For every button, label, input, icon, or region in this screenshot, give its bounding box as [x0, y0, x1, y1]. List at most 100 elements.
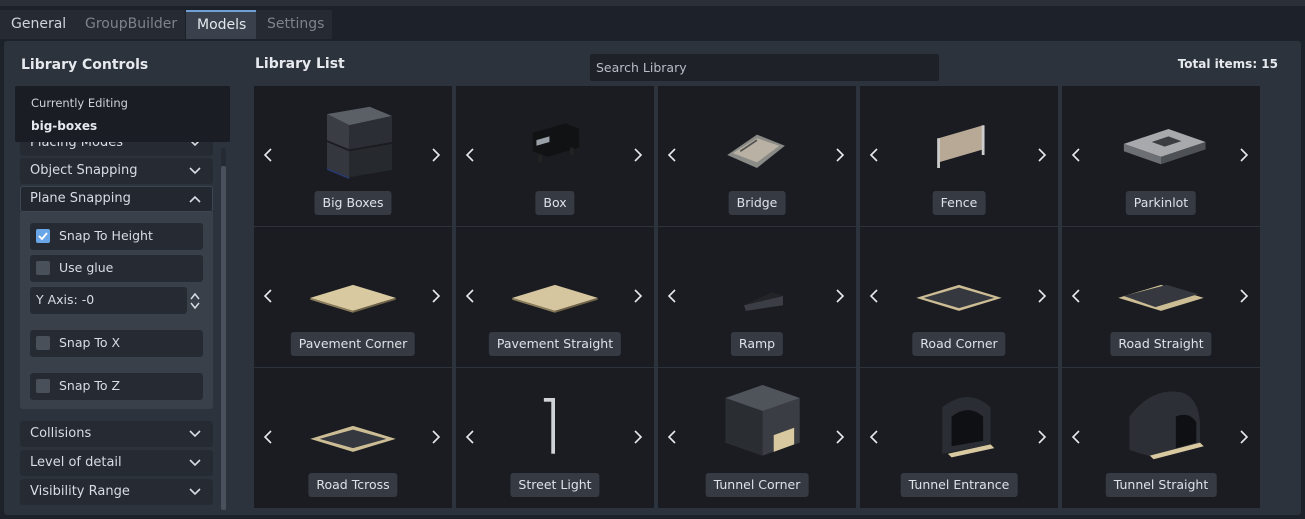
library-item[interactable]: Ramp: [658, 227, 856, 367]
y-axis-value: Y Axis: -0: [36, 292, 95, 307]
arrow-right-icon[interactable]: [835, 430, 845, 444]
library-item[interactable]: Road Tcross: [254, 368, 452, 508]
search-library-input[interactable]: Search Library: [590, 54, 939, 81]
arrow-right-icon[interactable]: [1239, 430, 1249, 444]
scrollbar-thumb[interactable]: [221, 166, 226, 510]
library-item-label[interactable]: Road Corner: [912, 332, 1006, 356]
arrow-right-icon[interactable]: [633, 148, 643, 162]
y-axis-spinbox[interactable]: Y Axis: -0: [30, 287, 187, 314]
library-list-title: Library List: [255, 56, 345, 72]
visibility-range-section[interactable]: Visibility Range: [20, 479, 213, 505]
arrow-left-icon[interactable]: [465, 289, 475, 303]
plane-snapping-section[interactable]: Plane Snapping: [20, 186, 213, 212]
arrow-left-icon[interactable]: [1071, 289, 1081, 303]
snap-to-z-checkbox[interactable]: Snap To Z: [30, 373, 203, 400]
library-item-label[interactable]: Street Light: [510, 473, 600, 497]
big-boxes-model-thumbnail: [327, 106, 392, 180]
library-item-label[interactable]: Tunnel Corner: [705, 473, 809, 497]
arrow-left-icon[interactable]: [667, 289, 677, 303]
library-item-label[interactable]: Fence: [932, 191, 986, 215]
arrow-left-icon[interactable]: [667, 148, 677, 162]
library-item-label[interactable]: Ramp: [730, 332, 784, 356]
object-snapping-section[interactable]: Object Snapping: [20, 158, 213, 184]
arrow-left-icon[interactable]: [1071, 430, 1081, 444]
snap-to-x-checkbox[interactable]: Snap To X: [30, 330, 203, 357]
arrow-right-icon[interactable]: [835, 148, 845, 162]
chevron-down-icon: [189, 167, 201, 175]
spin-arrows-icon[interactable]: [189, 291, 201, 311]
library-item-label[interactable]: Box: [535, 191, 575, 215]
library-item[interactable]: Pavement Corner: [254, 227, 452, 367]
arrow-left-icon[interactable]: [869, 289, 879, 303]
library-item[interactable]: Road Corner: [860, 227, 1058, 367]
level-of-detail-section[interactable]: Level of detail: [20, 450, 213, 476]
arrow-right-icon[interactable]: [431, 430, 441, 444]
library-item-label[interactable]: Tunnel Straight: [1105, 473, 1217, 497]
arrow-left-icon[interactable]: [263, 430, 273, 444]
object-snapping-label: Object Snapping: [30, 163, 138, 178]
library-item[interactable]: Road Straight: [1062, 227, 1260, 367]
ramp-model-thumbnail: [744, 292, 783, 311]
arrow-left-icon[interactable]: [263, 289, 273, 303]
collisions-section[interactable]: Collisions: [20, 421, 213, 447]
placing-modes-section[interactable]: Placing Modes: [20, 142, 213, 156]
library-item[interactable]: Tunnel Entrance: [860, 368, 1058, 508]
library-item-label[interactable]: Pavement Corner: [290, 332, 416, 356]
library-item[interactable]: Tunnel Corner: [658, 368, 856, 508]
chevron-down-icon: [189, 430, 201, 438]
arrow-left-icon[interactable]: [869, 430, 879, 444]
arrow-right-icon[interactable]: [431, 289, 441, 303]
library-item-label[interactable]: Pavement Straight: [488, 332, 622, 356]
arrow-left-icon[interactable]: [1071, 148, 1081, 162]
arrow-right-icon[interactable]: [1037, 430, 1047, 444]
arrow-left-icon[interactable]: [263, 148, 273, 162]
library-controls-scroll[interactable]: Placing Modes Object Snapping Plane Snap…: [20, 142, 213, 510]
arrow-left-icon[interactable]: [465, 148, 475, 162]
library-item[interactable]: Fence: [860, 86, 1058, 226]
arrow-right-icon[interactable]: [633, 430, 643, 444]
placing-modes-label: Placing Modes: [30, 142, 123, 150]
library-item[interactable]: Street Light: [456, 368, 654, 508]
arrow-left-icon[interactable]: [667, 430, 677, 444]
library-item[interactable]: Big Boxes: [254, 86, 452, 226]
library-controls-title: Library Controls: [21, 57, 149, 73]
tab-groupbuilder[interactable]: GroupBuilder: [74, 10, 185, 39]
left-scrollbar[interactable]: [221, 148, 226, 510]
pavement-straight-model-thumbnail: [512, 284, 598, 313]
tab-settings[interactable]: Settings: [256, 10, 332, 39]
road-corner-model-thumbnail: [916, 284, 1002, 311]
tunnel-straight-model-thumbnail: [1129, 391, 1204, 460]
use-glue-label: Use glue: [59, 260, 114, 275]
library-item-label[interactable]: Parkinlot: [1125, 191, 1197, 215]
arrow-right-icon[interactable]: [1239, 148, 1249, 162]
snap-to-height-checkbox[interactable]: Snap To Height: [30, 223, 203, 250]
arrow-right-icon[interactable]: [633, 289, 643, 303]
currently-editing-panel: Currently Editing big-boxes: [15, 86, 230, 142]
library-item-label[interactable]: Road Tcross: [308, 473, 398, 497]
pavement-corner-model-thumbnail: [310, 284, 396, 313]
arrow-right-icon[interactable]: [1037, 289, 1047, 303]
library-item[interactable]: Bridge: [658, 86, 856, 226]
checkbox-unchecked-icon: [36, 379, 50, 393]
plane-snapping-content: Snap To Height Use glue Y Axis: -0 Snap …: [20, 212, 213, 409]
arrow-left-icon[interactable]: [869, 148, 879, 162]
road-straight-model-thumbnail: [1118, 284, 1204, 311]
checkbox-checked-icon: [36, 229, 50, 243]
library-item-label[interactable]: Road Straight: [1110, 332, 1212, 356]
arrow-right-icon[interactable]: [431, 148, 441, 162]
library-item-label[interactable]: Tunnel Entrance: [900, 473, 1018, 497]
arrow-right-icon[interactable]: [835, 289, 845, 303]
top-strip: [0, 0, 1305, 6]
library-item-label[interactable]: Big Boxes: [314, 191, 392, 215]
library-item[interactable]: Pavement Straight: [456, 227, 654, 367]
arrow-left-icon[interactable]: [465, 430, 475, 444]
library-item[interactable]: Box: [456, 86, 654, 226]
arrow-right-icon[interactable]: [1239, 289, 1249, 303]
library-item[interactable]: Parkinlot: [1062, 86, 1260, 226]
library-item-label[interactable]: Bridge: [728, 191, 786, 215]
tab-general[interactable]: General: [0, 10, 74, 39]
arrow-right-icon[interactable]: [1037, 148, 1047, 162]
use-glue-checkbox[interactable]: Use glue: [30, 255, 203, 282]
tab-models[interactable]: Models: [186, 10, 256, 39]
library-item[interactable]: Tunnel Straight: [1062, 368, 1260, 508]
